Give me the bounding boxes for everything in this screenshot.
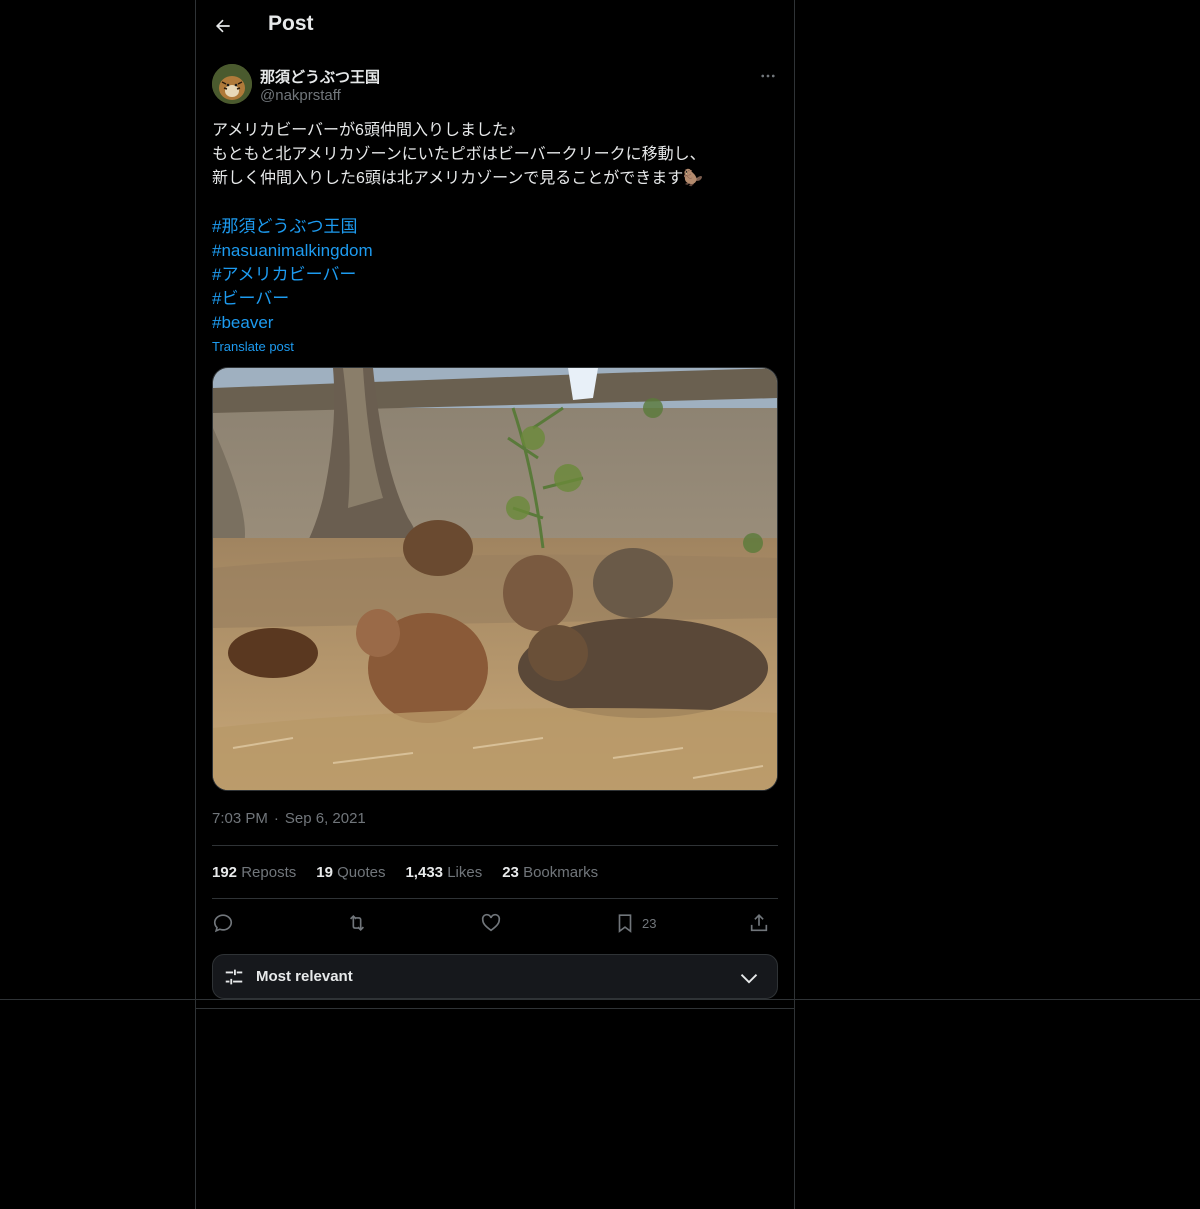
engagement-stats: 192 Reposts 19 Quotes 1,433 Likes 23 Boo… (212, 864, 598, 881)
author-handle[interactable]: @nakprstaff (260, 87, 341, 104)
repost-icon (349, 914, 365, 932)
share-icon (750, 914, 768, 932)
more-horizontal-icon (761, 74, 775, 78)
chevron-down-icon (740, 974, 758, 984)
hashtag-link[interactable]: #beaver (212, 311, 373, 335)
quotes-count: 19 (316, 864, 333, 881)
bookmark-button[interactable]: 23 (614, 908, 656, 938)
post-image[interactable] (212, 367, 778, 791)
heart-icon (481, 913, 501, 932)
post-timestamp[interactable]: 7:03 PM · Sep 6, 2021 (212, 810, 366, 827)
sort-label: Most relevant (256, 968, 353, 985)
tiger-avatar-icon (212, 64, 252, 104)
reposts-count: 192 (212, 864, 238, 881)
bookmarks-stat[interactable]: 23 Bookmarks (502, 864, 598, 881)
likes-count: 1,433 (405, 864, 444, 881)
translate-post-link[interactable]: Translate post (212, 339, 294, 354)
hashtag-link[interactable]: #nasuanimalkingdom (212, 239, 373, 263)
arrow-left-icon (215, 19, 230, 33)
action-bar: 23 (212, 908, 778, 938)
reposts-label: Reposts (241, 864, 297, 881)
bookmark-action-count: 23 (642, 915, 657, 931)
column-divider (196, 1008, 794, 1009)
sliders-icon (225, 969, 243, 985)
beavers-photo (213, 368, 777, 790)
post-date: Sep 6, 2021 (284, 810, 366, 827)
quotes-stat[interactable]: 19 Quotes (316, 864, 385, 881)
share-button[interactable] (748, 908, 770, 938)
post-text: アメリカビーバーが6頭仲間入りしました♪ もともと北アメリカゾーンにいたピボはビ… (212, 122, 706, 187)
post-time: 7:03 PM (212, 810, 268, 827)
like-button[interactable] (480, 908, 502, 938)
quotes-label: Quotes (337, 864, 386, 881)
bookmarks-label: Bookmarks (523, 864, 599, 881)
stats-divider-top (212, 845, 778, 846)
repost-button[interactable] (346, 908, 368, 938)
reply-button[interactable] (212, 908, 234, 938)
more-options-button[interactable] (756, 64, 780, 88)
meta-separator: · (273, 810, 279, 827)
bookmark-icon (618, 914, 632, 933)
stats-divider-bottom (212, 898, 778, 899)
author-display-name[interactable]: 那須どうぶつ王国 (260, 66, 380, 87)
likes-stat[interactable]: 1,433 Likes (405, 864, 482, 881)
post-column: Post 那須どうぶつ王国 @nakprstaff アメリカビーバーが6頭仲間入… (195, 0, 795, 1209)
reply-icon (213, 914, 233, 933)
reposts-stat[interactable]: 192 Reposts (212, 864, 296, 881)
hashtag-link[interactable]: #ビーバー (212, 287, 373, 311)
bookmarks-count: 23 (502, 864, 519, 881)
hashtag-list: #那須どうぶつ王国 #nasuanimalkingdom #アメリカビーバー #… (212, 215, 373, 335)
likes-label: Likes (447, 864, 483, 881)
hashtag-link[interactable]: #那須どうぶつ王国 (212, 215, 373, 239)
page-title: Post (268, 12, 314, 35)
back-button[interactable] (206, 9, 240, 43)
avatar[interactable] (212, 64, 252, 104)
post-header: Post (196, 0, 794, 54)
reply-sort-dropdown[interactable]: Most relevant (212, 954, 778, 999)
hashtag-link[interactable]: #アメリカビーバー (212, 263, 373, 287)
